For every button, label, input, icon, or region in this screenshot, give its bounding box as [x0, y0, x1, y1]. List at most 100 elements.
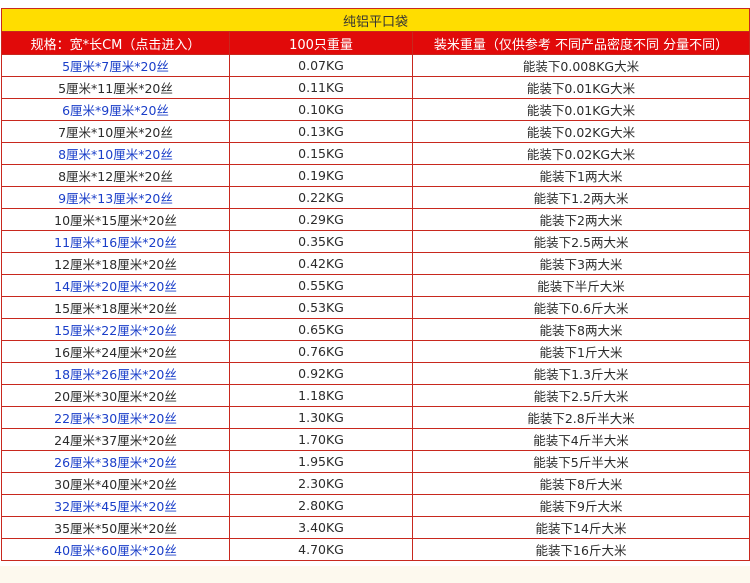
capacity-cell: 能装下3两大米: [411, 252, 750, 275]
weight-cell: 1.95KG: [229, 450, 413, 473]
weight-cell: 0.42KG: [229, 252, 413, 275]
capacity-cell: 能装下1两大米: [411, 164, 750, 187]
weight-cell: 1.70KG: [229, 428, 413, 451]
table-row[interactable]: 9厘米*13厘米*20丝 0.22KG 能装下1.2两大米: [1, 186, 750, 209]
capacity-cell: 能装下8斤大米: [411, 472, 750, 495]
weight-cell: 0.29KG: [229, 208, 413, 231]
header-weight: 100只重量: [229, 31, 413, 55]
capacity-cell: 能装下1.2两大米: [411, 186, 750, 209]
table-row: 30厘米*40厘米*20丝 2.30KG 能装下8斤大米: [1, 472, 750, 495]
spec-table: 纯铝平口袋 规格：宽*长CM（点击进入） 100只重量 装米重量（仅供参考 不同…: [0, 8, 750, 561]
table-title-row: 纯铝平口袋: [0, 8, 750, 32]
page-sheet: 纯铝平口袋 规格：宽*长CM（点击进入） 100只重量 装米重量（仅供参考 不同…: [0, 0, 750, 566]
table-row[interactable]: 5厘米*7厘米*20丝 0.07KG 能装下0.008KG大米: [1, 54, 750, 77]
capacity-cell: 能装下0.01KG大米: [411, 98, 750, 121]
weight-cell: 3.40KG: [229, 516, 413, 539]
spec-cell: 35厘米*50厘米*20丝: [1, 516, 230, 539]
capacity-cell: 能装下0.6斤大米: [411, 296, 750, 319]
spec-link[interactable]: 26厘米*38厘米*20丝: [1, 450, 230, 473]
weight-cell: 0.22KG: [229, 186, 413, 209]
capacity-cell: 能装下0.008KG大米: [411, 54, 750, 77]
weight-cell: 0.15KG: [229, 142, 413, 165]
table-row[interactable]: 18厘米*26厘米*20丝 0.92KG 能装下1.3斤大米: [1, 362, 750, 385]
spec-cell: 7厘米*10厘米*20丝: [1, 120, 230, 143]
spec-link[interactable]: 18厘米*26厘米*20丝: [1, 362, 230, 385]
weight-cell: 0.11KG: [229, 76, 413, 99]
weight-cell: 0.92KG: [229, 362, 413, 385]
spec-link[interactable]: 22厘米*30厘米*20丝: [1, 406, 230, 429]
table-row: 24厘米*37厘米*20丝 1.70KG 能装下4斤半大米: [1, 428, 750, 451]
table-row[interactable]: 8厘米*10厘米*20丝 0.15KG 能装下0.02KG大米: [1, 142, 750, 165]
spec-link[interactable]: 5厘米*7厘米*20丝: [1, 54, 230, 77]
spec-link[interactable]: 40厘米*60厘米*20丝: [1, 538, 230, 561]
table-row[interactable]: 14厘米*20厘米*20丝 0.55KG 能装下半斤大米: [1, 274, 750, 297]
capacity-cell: 能装下9斤大米: [411, 494, 750, 517]
spec-cell: 8厘米*12厘米*20丝: [1, 164, 230, 187]
weight-cell: 0.07KG: [229, 54, 413, 77]
weight-cell: 1.18KG: [229, 384, 413, 407]
weight-cell: 1.30KG: [229, 406, 413, 429]
spec-cell: 24厘米*37厘米*20丝: [1, 428, 230, 451]
table-row[interactable]: 40厘米*60厘米*20丝 4.70KG 能装下16斤大米: [1, 538, 750, 561]
table-row[interactable]: 22厘米*30厘米*20丝 1.30KG 能装下2.8斤半大米: [1, 406, 750, 429]
weight-cell: 4.70KG: [229, 538, 413, 561]
table-row[interactable]: 26厘米*38厘米*20丝 1.95KG 能装下5斤半大米: [1, 450, 750, 473]
header-capacity: 装米重量（仅供参考 不同产品密度不同 分量不同）: [411, 31, 750, 55]
capacity-cell: 能装下0.01KG大米: [411, 76, 750, 99]
spec-cell: 20厘米*30厘米*20丝: [1, 384, 230, 407]
spec-link[interactable]: 14厘米*20厘米*20丝: [1, 274, 230, 297]
spec-link[interactable]: 8厘米*10厘米*20丝: [1, 142, 230, 165]
spec-cell: 30厘米*40厘米*20丝: [1, 472, 230, 495]
spec-cell: 5厘米*11厘米*20丝: [1, 76, 230, 99]
table-row[interactable]: 11厘米*16厘米*20丝 0.35KG 能装下2.5两大米: [1, 230, 750, 253]
capacity-cell: 能装下0.02KG大米: [411, 120, 750, 143]
capacity-cell: 能装下1.3斤大米: [411, 362, 750, 385]
weight-cell: 0.10KG: [229, 98, 413, 121]
spec-link[interactable]: 11厘米*16厘米*20丝: [1, 230, 230, 253]
table-body: 5厘米*7厘米*20丝 0.07KG 能装下0.008KG大米 5厘米*11厘米*20…: [1, 54, 750, 561]
table-row: 10厘米*15厘米*20丝 0.29KG 能装下2两大米: [1, 208, 750, 231]
capacity-cell: 能装下1斤大米: [411, 340, 750, 363]
capacity-cell: 能装下2.5两大米: [411, 230, 750, 253]
capacity-cell: 能装下半斤大米: [411, 274, 750, 297]
table-row[interactable]: 6厘米*9厘米*20丝 0.10KG 能装下0.01KG大米: [1, 98, 750, 121]
table-row: 8厘米*12厘米*20丝 0.19KG 能装下1两大米: [1, 164, 750, 187]
capacity-cell: 能装下14斤大米: [411, 516, 750, 539]
weight-cell: 0.65KG: [229, 318, 413, 341]
weight-cell: 0.19KG: [229, 164, 413, 187]
table-row: 5厘米*11厘米*20丝 0.11KG 能装下0.01KG大米: [1, 76, 750, 99]
spec-cell: 15厘米*18厘米*20丝: [1, 296, 230, 319]
table-row[interactable]: 15厘米*22厘米*20丝 0.65KG 能装下8两大米: [1, 318, 750, 341]
weight-cell: 2.30KG: [229, 472, 413, 495]
spec-link[interactable]: 9厘米*13厘米*20丝: [1, 186, 230, 209]
spec-cell: 16厘米*24厘米*20丝: [1, 340, 230, 363]
table-row: 20厘米*30厘米*20丝 1.18KG 能装下2.5斤大米: [1, 384, 750, 407]
spec-link[interactable]: 32厘米*45厘米*20丝: [1, 494, 230, 517]
table-row: 12厘米*18厘米*20丝 0.42KG 能装下3两大米: [1, 252, 750, 275]
table-row: 16厘米*24厘米*20丝 0.76KG 能装下1斤大米: [1, 340, 750, 363]
capacity-cell: 能装下8两大米: [411, 318, 750, 341]
table-header-row: 规格：宽*长CM（点击进入） 100只重量 装米重量（仅供参考 不同产品密度不同…: [1, 31, 750, 55]
table-row: 35厘米*50厘米*20丝 3.40KG 能装下14斤大米: [1, 516, 750, 539]
capacity-cell: 能装下5斤半大米: [411, 450, 750, 473]
spec-cell: 10厘米*15厘米*20丝: [1, 208, 230, 231]
header-spec: 规格：宽*长CM（点击进入）: [1, 31, 230, 55]
capacity-cell: 能装下2两大米: [411, 208, 750, 231]
table-row: 15厘米*18厘米*20丝 0.53KG 能装下0.6斤大米: [1, 296, 750, 319]
capacity-cell: 能装下0.02KG大米: [411, 142, 750, 165]
weight-cell: 0.13KG: [229, 120, 413, 143]
weight-cell: 2.80KG: [229, 494, 413, 517]
table-title: 纯铝平口袋: [0, 8, 750, 32]
spec-cell: 12厘米*18厘米*20丝: [1, 252, 230, 275]
spec-link[interactable]: 6厘米*9厘米*20丝: [1, 98, 230, 121]
table-row[interactable]: 32厘米*45厘米*20丝 2.80KG 能装下9斤大米: [1, 494, 750, 517]
capacity-cell: 能装下2.5斤大米: [411, 384, 750, 407]
weight-cell: 0.76KG: [229, 340, 413, 363]
capacity-cell: 能装下16斤大米: [411, 538, 750, 561]
weight-cell: 0.53KG: [229, 296, 413, 319]
weight-cell: 0.55KG: [229, 274, 413, 297]
capacity-cell: 能装下4斤半大米: [411, 428, 750, 451]
weight-cell: 0.35KG: [229, 230, 413, 253]
capacity-cell: 能装下2.8斤半大米: [411, 406, 750, 429]
spec-link[interactable]: 15厘米*22厘米*20丝: [1, 318, 230, 341]
